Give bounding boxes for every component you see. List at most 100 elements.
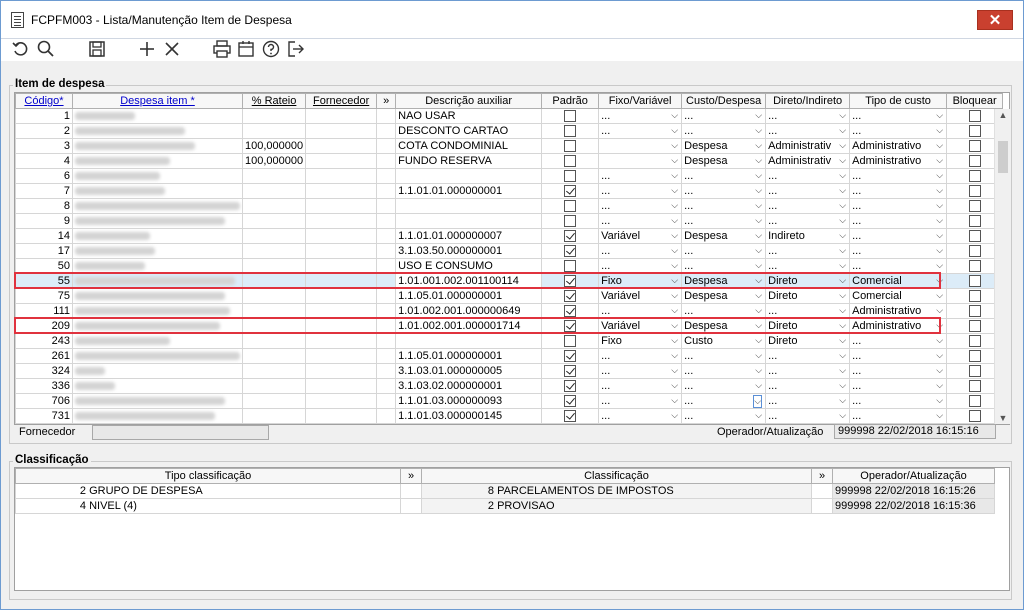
print-icon[interactable] bbox=[212, 39, 232, 59]
tipo-dropdown[interactable]: Comercial ⌵ bbox=[849, 273, 948, 289]
tipo-dropdown[interactable]: ... ⌵ bbox=[849, 393, 948, 409]
bloquear-checkbox[interactable] bbox=[968, 140, 981, 153]
despesa-item-cell[interactable] bbox=[72, 243, 243, 259]
despesa-item-cell[interactable] bbox=[72, 213, 243, 229]
chevron-down-icon[interactable]: ⌵ bbox=[671, 110, 678, 121]
fixo-dropdown[interactable]: ... ⌵ bbox=[598, 258, 683, 274]
rateio-cell[interactable] bbox=[241, 198, 307, 214]
chevron-down-icon[interactable]: ⌵ bbox=[755, 215, 762, 226]
chevron-down-icon[interactable]: ⌵ bbox=[755, 110, 762, 121]
rateio-cell[interactable] bbox=[241, 303, 307, 319]
chevron-down-icon[interactable]: ⌵ bbox=[839, 155, 846, 166]
despesa-item-cell[interactable] bbox=[72, 393, 243, 409]
direto-dropdown[interactable]: Administrativ ⌵ bbox=[765, 153, 851, 169]
bloquear-checkbox[interactable] bbox=[968, 200, 981, 213]
descricao-cell[interactable]: 1.01.002.001.000001714 bbox=[395, 318, 543, 334]
fixo-dropdown[interactable]: ... ⌵ bbox=[598, 303, 683, 319]
custo-dropdown[interactable]: ... ⌵ bbox=[681, 183, 767, 199]
chevron-down-icon[interactable]: ⌵ bbox=[753, 395, 763, 408]
codigo-cell[interactable]: 111 bbox=[15, 303, 73, 319]
despesa-item-cell[interactable] bbox=[72, 288, 243, 304]
direto-dropdown[interactable]: ... ⌵ bbox=[765, 213, 851, 229]
fornecedor-cell[interactable] bbox=[305, 378, 378, 394]
descricao-cell[interactable]: 1.1.05.01.000000001 bbox=[395, 288, 543, 304]
tipo-dropdown[interactable]: ... ⌵ bbox=[849, 348, 948, 364]
padrao-checkbox[interactable] bbox=[564, 155, 577, 168]
bloquear-checkbox[interactable] bbox=[968, 245, 981, 258]
fixo-dropdown[interactable]: ... ⌵ bbox=[598, 183, 683, 199]
table-row[interactable]: 50 USO E CONSUMO... ⌵... ⌵... ⌵... ⌵ bbox=[15, 258, 1004, 274]
padrao-cell[interactable] bbox=[541, 108, 600, 124]
fornecedor-cell[interactable] bbox=[305, 408, 378, 424]
direto-dropdown[interactable]: ... ⌵ bbox=[765, 378, 851, 394]
fornecedor-cell[interactable] bbox=[305, 228, 378, 244]
chevron-down-icon[interactable]: ⌵ bbox=[936, 170, 943, 181]
col-custo-despesa[interactable]: Custo/Despesa bbox=[681, 93, 767, 109]
codigo-cell[interactable]: 706 bbox=[15, 393, 73, 409]
padrao-checkbox[interactable] bbox=[564, 200, 577, 213]
chevron-down-icon[interactable]: ⌵ bbox=[839, 305, 846, 316]
chevron-down-icon[interactable]: ⌵ bbox=[839, 110, 846, 121]
chevron-down-icon[interactable]: ⌵ bbox=[671, 155, 678, 166]
codigo-cell[interactable]: 75 bbox=[15, 288, 73, 304]
chevron-down-icon[interactable]: ⌵ bbox=[839, 350, 846, 361]
tipo-dropdown[interactable]: ... ⌵ bbox=[849, 243, 948, 259]
chevron-down-icon[interactable]: ⌵ bbox=[936, 185, 943, 196]
bloquear-checkbox[interactable] bbox=[968, 335, 981, 348]
descricao-cell[interactable] bbox=[395, 333, 543, 349]
despesa-item-cell[interactable] bbox=[72, 258, 243, 274]
rateio-cell[interactable] bbox=[241, 318, 307, 334]
expand-classificacao-button[interactable]: » bbox=[811, 468, 833, 484]
bloquear-checkbox[interactable] bbox=[968, 290, 981, 303]
padrao-checkbox[interactable] bbox=[564, 230, 577, 243]
custo-dropdown[interactable]: Despesa ⌵ bbox=[681, 153, 767, 169]
padrao-cell[interactable] bbox=[541, 393, 600, 409]
codigo-cell[interactable]: 50 bbox=[15, 258, 73, 274]
chevron-down-icon[interactable]: ⌵ bbox=[839, 230, 846, 241]
chevron-down-icon[interactable]: ⌵ bbox=[671, 275, 678, 286]
chevron-down-icon[interactable]: ⌵ bbox=[839, 170, 846, 181]
codigo-cell[interactable]: 6 bbox=[15, 168, 73, 184]
col-despesa-item[interactable]: Despesa item * bbox=[72, 93, 243, 109]
expand-columns-button[interactable]: » bbox=[376, 93, 397, 109]
chevron-down-icon[interactable]: ⌵ bbox=[755, 305, 762, 316]
table-row[interactable]: 4 NIVEL (4) 2 PROVISAO 999998 22/02/2018 1… bbox=[15, 498, 995, 514]
fornecedor-cell[interactable] bbox=[305, 123, 378, 139]
despesa-item-cell[interactable] bbox=[72, 183, 243, 199]
descricao-cell[interactable] bbox=[395, 198, 543, 214]
chevron-down-icon[interactable]: ⌵ bbox=[671, 305, 678, 316]
codigo-cell[interactable]: 3 bbox=[15, 138, 73, 154]
bloquear-checkbox[interactable] bbox=[968, 170, 981, 183]
col-bloquear[interactable]: Bloquear bbox=[946, 93, 1004, 109]
fornecedor-cell[interactable] bbox=[305, 138, 378, 154]
chevron-down-icon[interactable]: ⌵ bbox=[936, 305, 943, 316]
chevron-down-icon[interactable]: ⌵ bbox=[839, 125, 846, 136]
rateio-cell[interactable] bbox=[241, 108, 307, 124]
padrao-checkbox[interactable] bbox=[564, 110, 577, 123]
padrao-checkbox[interactable] bbox=[564, 215, 577, 228]
padrao-cell[interactable] bbox=[541, 228, 600, 244]
descricao-cell[interactable]: NAO USAR bbox=[395, 108, 543, 124]
direto-dropdown[interactable]: ... ⌵ bbox=[765, 183, 851, 199]
table-row[interactable]: 209 1.01.002.001.000001714 Variável ⌵ Despes… bbox=[15, 318, 1004, 334]
padrao-checkbox[interactable] bbox=[564, 320, 577, 333]
padrao-cell[interactable] bbox=[541, 303, 600, 319]
fixo-dropdown[interactable]: ... ⌵ bbox=[598, 213, 683, 229]
table-row[interactable]: 75 1.1.05.01.000000001 Variável ⌵ Despesa ⌵ Di… bbox=[15, 288, 1004, 304]
col-codigo[interactable]: Código* bbox=[15, 93, 73, 109]
despesa-item-cell[interactable] bbox=[72, 303, 243, 319]
scroll-up-icon[interactable]: ▲ bbox=[995, 110, 1011, 120]
chevron-down-icon[interactable]: ⌵ bbox=[839, 245, 846, 256]
direto-dropdown[interactable]: Indireto ⌵ bbox=[765, 228, 851, 244]
add-icon[interactable] bbox=[137, 39, 157, 59]
chevron-down-icon[interactable]: ⌵ bbox=[839, 275, 846, 286]
fixo-dropdown[interactable]: Variável ⌵ bbox=[598, 288, 683, 304]
codigo-cell[interactable]: 324 bbox=[15, 363, 73, 379]
custo-dropdown[interactable]: ... ⌵ bbox=[681, 363, 767, 379]
col-padrao[interactable]: Padrão bbox=[541, 93, 600, 109]
bloquear-checkbox[interactable] bbox=[968, 155, 981, 168]
tipo-dropdown[interactable]: Administrativo ⌵ bbox=[849, 318, 948, 334]
padrao-checkbox[interactable] bbox=[564, 185, 577, 198]
custo-dropdown[interactable]: ... ⌵ bbox=[681, 198, 767, 214]
fornecedor-cell[interactable] bbox=[305, 288, 378, 304]
